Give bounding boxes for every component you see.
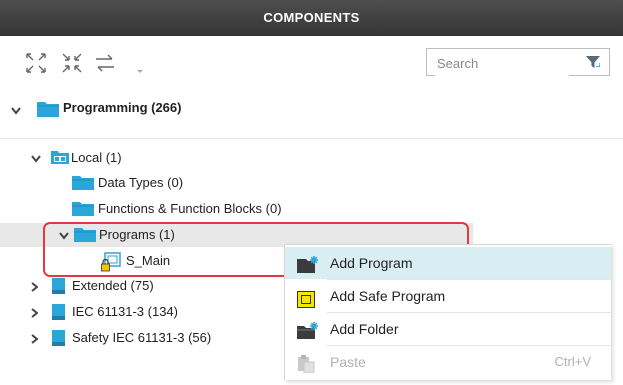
tree-item-iec[interactable]: IEC 61131-3 (134)	[0, 301, 280, 323]
tree-item-label: Local (1)	[71, 150, 122, 165]
search-box[interactable]	[426, 48, 610, 76]
menu-item-label: Add Safe Program	[330, 288, 446, 304]
toolbar-dropdown-icon[interactable]	[137, 70, 143, 73]
menu-item-label: Add Program	[330, 255, 413, 271]
chevron-down-icon[interactable]	[11, 107, 21, 115]
toolbar	[0, 36, 623, 86]
menu-item-label: Paste	[330, 354, 366, 370]
folder-icon	[72, 202, 94, 216]
tree-item-label: IEC 61131-3 (134)	[72, 304, 178, 319]
tree-item-label: Functions & Function Blocks (0)	[98, 201, 282, 216]
library-book-icon	[52, 330, 65, 346]
chevron-right-icon[interactable]	[31, 282, 38, 292]
search-input[interactable]	[435, 50, 569, 76]
tree-item-local[interactable]: Local (1)	[0, 147, 473, 169]
tree-root-row[interactable]: Programming (266)	[0, 86, 623, 138]
filter-funnel-icon[interactable]	[585, 54, 601, 73]
folder-icon	[72, 176, 94, 190]
folder-icon	[37, 102, 59, 117]
menu-item-label: Add Folder	[330, 321, 399, 337]
tree-item-functions[interactable]: Functions & Function Blocks (0)	[0, 198, 473, 220]
tree-item-label: Extended (75)	[72, 278, 154, 293]
menu-item-paste[interactable]: Paste Ctrl+V	[285, 346, 611, 378]
tree-item-data-types[interactable]: Data Types (0)	[0, 172, 473, 194]
tree-item-safety-iec[interactable]: Safety IEC 61131-3 (56)	[0, 327, 280, 349]
tree-item-label: Data Types (0)	[98, 175, 184, 190]
library-book-icon	[52, 278, 65, 294]
divider	[0, 138, 623, 139]
expand-all-icon[interactable]	[25, 52, 47, 74]
chevron-right-icon[interactable]	[31, 334, 38, 344]
tree-root-label: Programming (266)	[63, 100, 182, 115]
tree-item-extended[interactable]: Extended (75)	[0, 275, 280, 297]
paste-icon	[297, 353, 315, 385]
sync-arrows-icon[interactable]	[94, 52, 116, 74]
chevron-right-icon[interactable]	[31, 308, 38, 318]
local-library-icon	[51, 151, 69, 164]
collapse-all-icon[interactable]	[61, 52, 83, 74]
menu-item-add-program[interactable]: Add Program	[285, 247, 611, 279]
chevron-down-icon[interactable]	[31, 155, 41, 163]
tree-item-label: Safety IEC 61131-3 (56)	[72, 330, 212, 345]
context-menu: Add Program Add Safe Program Add Folder …	[284, 244, 611, 380]
menu-item-add-safe-program[interactable]: Add Safe Program	[285, 280, 611, 312]
library-book-icon	[52, 304, 65, 320]
menu-item-shortcut: Ctrl+V	[554, 354, 591, 369]
menu-item-add-folder[interactable]: Add Folder	[285, 313, 611, 345]
components-panel-title: COMPONENTS	[0, 0, 623, 36]
